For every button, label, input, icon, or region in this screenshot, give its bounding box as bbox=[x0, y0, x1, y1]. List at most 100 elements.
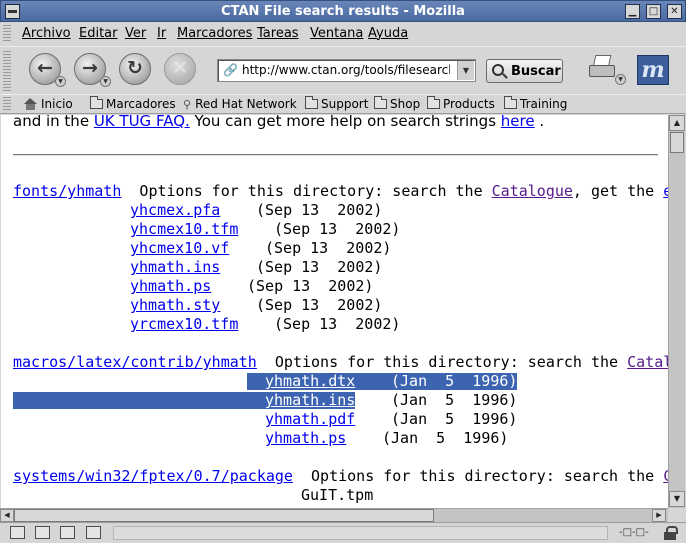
menu-ventana[interactable]: Ventana bbox=[310, 26, 363, 41]
bookmark-products[interactable]: Products bbox=[427, 96, 495, 111]
bookmark-label: Products bbox=[443, 97, 495, 111]
file-link[interactable]: yhmath.ps bbox=[130, 277, 211, 295]
maximize-button[interactable]: □ bbox=[646, 4, 661, 19]
file-date: (Sep 13 2002) bbox=[265, 239, 392, 257]
file-date: (Jan 5 1996) bbox=[391, 410, 518, 428]
section-header: fonts/yhmath Options for this directory:… bbox=[13, 182, 668, 200]
file-row: yrcmex10.tfm bbox=[130, 315, 238, 333]
horizontal-scrollbar[interactable]: ◀ ▶ bbox=[0, 508, 668, 522]
page-proxy-icon[interactable]: 🔗 bbox=[223, 63, 238, 77]
back-arrow-icon: ← bbox=[37, 57, 53, 79]
url-bar[interactable]: 🔗 http://www.ctan.org/tools/filesearch?a… bbox=[217, 59, 476, 82]
scroll-right-arrow[interactable]: ▶ bbox=[652, 509, 666, 522]
help-here-link[interactable]: here bbox=[501, 115, 535, 130]
file-link[interactable]: yhcmex10.vf bbox=[130, 239, 229, 257]
mail-icon[interactable] bbox=[35, 526, 50, 539]
bookmark-support[interactable]: Support bbox=[305, 96, 368, 111]
menubar-grip[interactable] bbox=[3, 25, 11, 43]
print-button[interactable] bbox=[589, 55, 615, 81]
section-header: macros/latex/contrib/yhmath Options for … bbox=[13, 353, 668, 371]
options-text: Options for this directory: search the bbox=[292, 467, 664, 485]
file-link[interactable]: yhcmex.pfa bbox=[130, 201, 220, 219]
section-header: systems/win32/fptex/0.7/package Options … bbox=[13, 467, 668, 485]
menu-editar[interactable]: Editar bbox=[79, 26, 118, 41]
menu-tareas[interactable]: Tareas bbox=[257, 26, 299, 41]
file-link[interactable]: yhmath.ins bbox=[130, 258, 220, 276]
composer-icon[interactable] bbox=[60, 526, 75, 539]
url-history-dropdown[interactable]: ▼ bbox=[457, 61, 474, 80]
search-button[interactable]: Buscar bbox=[486, 59, 563, 83]
status-text bbox=[113, 526, 608, 540]
mozilla-logo[interactable]: m bbox=[637, 55, 669, 85]
address-book-icon[interactable] bbox=[86, 526, 101, 539]
file-link[interactable]: yhmath.ps bbox=[265, 429, 346, 447]
directory-link[interactable]: systems/win32/fptex/0.7/package bbox=[13, 467, 293, 485]
file-row: GuIT.tpm bbox=[301, 486, 373, 504]
folder-icon bbox=[504, 96, 517, 109]
menu-ir[interactable]: Ir bbox=[157, 26, 166, 41]
bookmark-label: Shop bbox=[390, 97, 421, 111]
file-row: yhcmex10.tfm bbox=[130, 220, 238, 238]
bookmark-inicio[interactable]: Inicio bbox=[24, 97, 73, 111]
online-indicator-icon[interactable]: -□-□- bbox=[619, 527, 655, 539]
file-row: yhmath.ins bbox=[130, 258, 220, 276]
vertical-scroll-thumb[interactable] bbox=[670, 132, 684, 153]
intro-text: and in the UK TUG FAQ. You can get more … bbox=[13, 115, 544, 130]
directory-link[interactable]: macros/latex/contrib/yhmath bbox=[13, 353, 257, 371]
folder-icon bbox=[427, 96, 440, 109]
printer-icon bbox=[589, 65, 615, 77]
file-link[interactable]: yhmath.sty bbox=[130, 296, 220, 314]
menu-archivo[interactable]: Archivo bbox=[22, 26, 71, 41]
navbar-grip[interactable] bbox=[3, 51, 11, 91]
security-lock-icon[interactable] bbox=[664, 526, 678, 540]
file-link[interactable]: yhmath.dtx bbox=[265, 372, 355, 390]
reload-icon: ↻ bbox=[127, 57, 143, 79]
forward-arrow-icon: → bbox=[82, 57, 98, 79]
file-name: GuIT.tpm bbox=[301, 486, 374, 504]
menu-ayuda[interactable]: Ayuda bbox=[368, 26, 408, 41]
uk-tug-faq-link[interactable]: UK TUG FAQ. bbox=[94, 115, 190, 130]
bookmark-training[interactable]: Training bbox=[504, 96, 568, 111]
file-row: yhcmex.pfa bbox=[130, 201, 220, 219]
reload-button[interactable]: ↻ bbox=[119, 53, 151, 85]
stop-icon: ✕ bbox=[172, 57, 188, 79]
print-dropdown[interactable]: ▼ bbox=[615, 74, 626, 85]
menu-marcadores[interactable]: Marcadores bbox=[177, 26, 252, 41]
close-button[interactable]: ✕ bbox=[667, 4, 682, 19]
file-link[interactable]: yrcmex10.tfm bbox=[130, 315, 238, 333]
file-date: (Sep 13 2002) bbox=[256, 201, 383, 219]
bookmark-shop[interactable]: Shop bbox=[374, 96, 421, 111]
catalogue-link[interactable]: Catalogue bbox=[492, 182, 573, 200]
bookmarks-toolbar: Inicio Marcadores ⚲ Red Hat Network Suppo… bbox=[0, 94, 686, 114]
status-bar: -□-□- bbox=[0, 522, 686, 543]
menu-ver[interactable]: Ver bbox=[125, 26, 146, 41]
file-row: yhmath.pdf bbox=[265, 410, 355, 428]
url-input[interactable]: http://www.ctan.org/tools/filesearch?a bbox=[242, 63, 450, 77]
scroll-left-arrow[interactable]: ◀ bbox=[0, 509, 14, 522]
stop-button[interactable]: ✕ bbox=[164, 53, 196, 85]
vertical-scrollbar[interactable]: ▲ ▼ bbox=[668, 115, 685, 508]
bookmark-red-hat-network[interactable]: ⚲ Red Hat Network bbox=[183, 97, 297, 111]
file-date: (Sep 13 2002) bbox=[256, 296, 383, 314]
catalogue-link[interactable]: Catal bbox=[627, 353, 668, 371]
minimize-button[interactable]: ▁ bbox=[625, 4, 640, 19]
horizontal-scroll-thumb[interactable] bbox=[14, 509, 434, 522]
bookmarksbar-grip[interactable] bbox=[3, 97, 11, 112]
file-link[interactable]: yhmath.pdf bbox=[265, 410, 355, 428]
file-row: yhmath.ps bbox=[265, 429, 346, 447]
folder-icon bbox=[305, 96, 318, 109]
directory-link[interactable]: fonts/yhmath bbox=[13, 182, 121, 200]
forward-history-dropdown[interactable]: ▼ bbox=[100, 76, 111, 87]
scroll-down-arrow[interactable]: ▼ bbox=[669, 491, 685, 507]
file-row: yhmath.sty bbox=[130, 296, 220, 314]
back-history-dropdown[interactable]: ▼ bbox=[55, 76, 66, 87]
scroll-up-arrow[interactable]: ▲ bbox=[669, 115, 685, 131]
navigator-icon[interactable] bbox=[10, 526, 25, 539]
file-link[interactable]: yhmath.ins bbox=[265, 391, 355, 409]
bookmark-label: Training bbox=[520, 97, 568, 111]
file-row: yhmath.ins bbox=[265, 391, 355, 409]
folder-icon bbox=[374, 96, 387, 109]
file-link[interactable]: yhcmex10.tfm bbox=[130, 220, 238, 238]
bookmark-marcadores[interactable]: Marcadores bbox=[90, 96, 176, 111]
options-text: Options for this directory: search the bbox=[256, 353, 628, 371]
